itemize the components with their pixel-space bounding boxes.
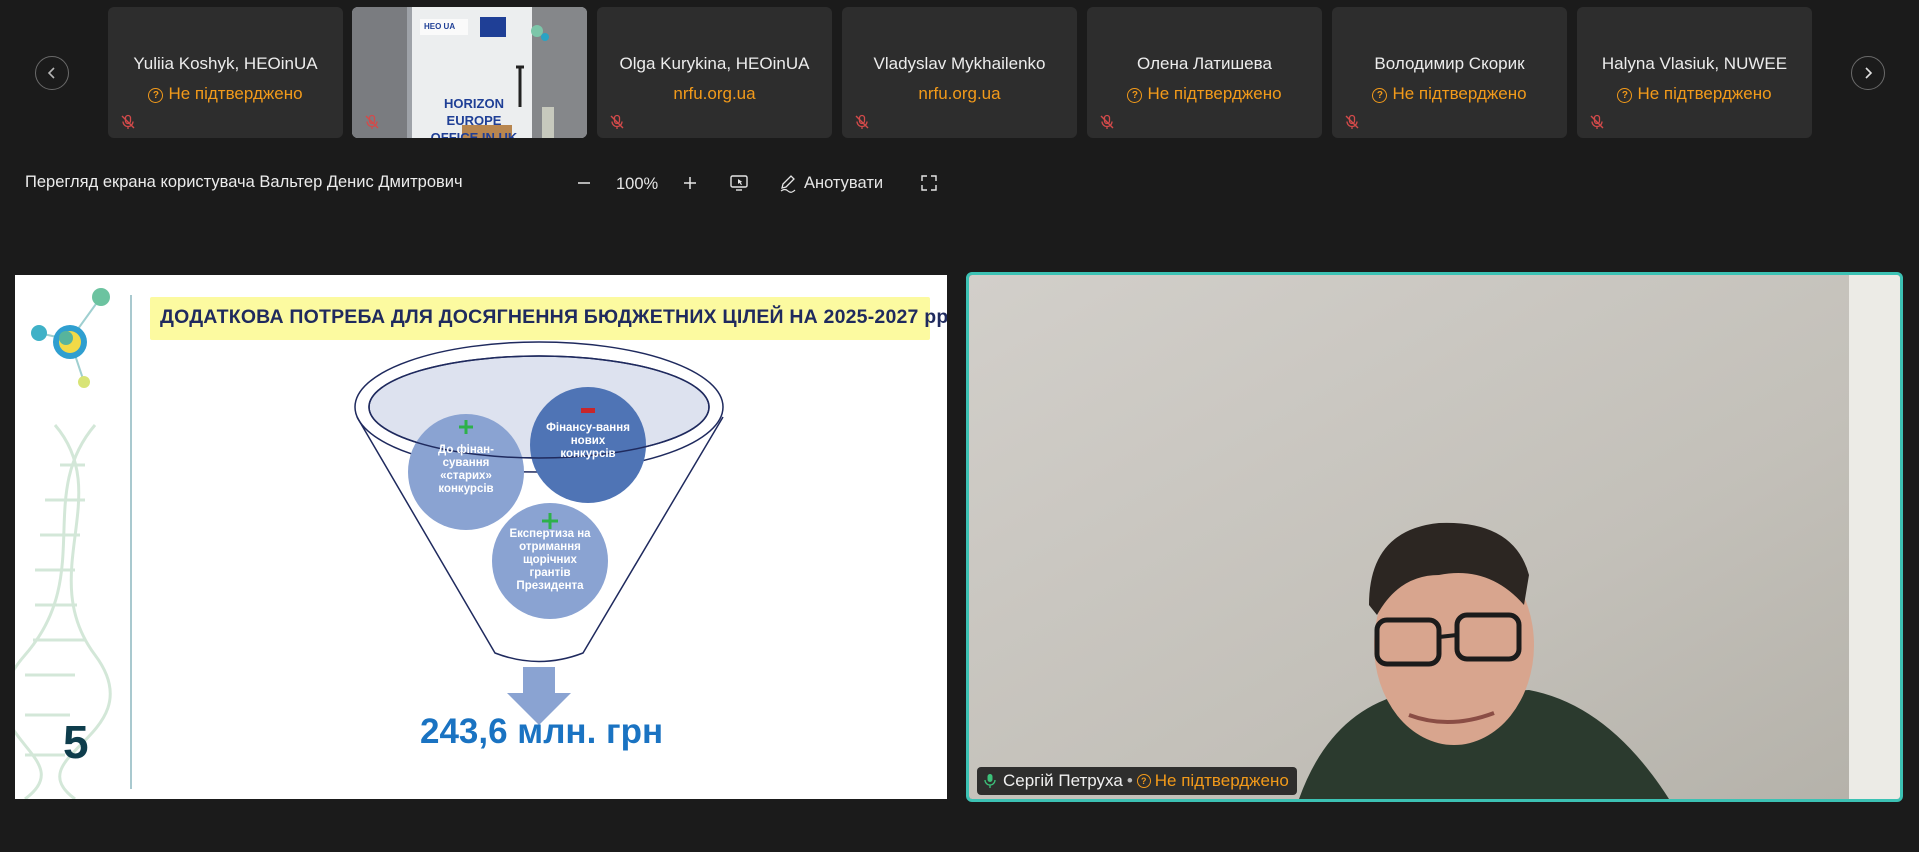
participant-tile[interactable]: Halyna Vlasiuk, NUWEE ? Не підтверджено — [1577, 7, 1812, 138]
zoom-out-button[interactable] — [575, 174, 593, 192]
remote-control-button[interactable] — [729, 173, 749, 193]
speaker-video[interactable]: Сергій Петруха • ? Не підтверджено — [966, 272, 1903, 802]
mic-muted-icon — [365, 114, 379, 129]
participant-org: nrfu.org.ua — [673, 84, 756, 103]
annotate-button[interactable]: Анотувати — [778, 173, 883, 193]
participant-video-tile[interactable]: HEO UA HORIZON EUROPE OFFICE IN UK — [352, 7, 587, 138]
mic-muted-icon — [1100, 114, 1114, 129]
plus-icon — [684, 177, 696, 189]
speaker-name-tag: Сергій Петруха • ? Не підтверджено — [977, 767, 1297, 795]
video-banner-text: HORIZON EUROPE OFFICE IN UK — [430, 96, 518, 138]
participant-tile[interactable]: Yuliia Koshyk, HEOinUA ? Не підтверджено — [108, 7, 343, 138]
participant-status: ? Не підтверджено — [1087, 84, 1322, 104]
total-amount: 243,6 млн. грн — [420, 712, 664, 751]
speaker-video-feed — [969, 275, 1900, 799]
mic-muted-icon — [121, 114, 135, 129]
question-icon: ? — [1136, 774, 1151, 788]
previous-participants-button[interactable] — [35, 56, 69, 90]
screen-share-title: Перегляд екрана користувача Вальтер Дени… — [25, 173, 463, 191]
mic-muted-icon — [1345, 114, 1359, 129]
screen-control-icon — [730, 175, 748, 191]
question-icon: ? — [1127, 88, 1143, 103]
shared-slide: ДОДАТКОВА ПОТРЕБА ДЛЯ ДОСЯГНЕННЯ БЮДЖЕТН… — [15, 275, 947, 799]
speaker-name: Сергій Петруха — [1003, 771, 1123, 790]
next-participants-button[interactable] — [1851, 56, 1885, 90]
slide-divider — [130, 295, 132, 789]
chevron-right-icon — [1865, 67, 1873, 79]
participant-tile[interactable]: Олена Латишева ? Не підтверджено — [1087, 7, 1322, 138]
participant-status: ? Не підтверджено — [108, 84, 343, 104]
question-icon: ? — [1617, 88, 1633, 103]
participant-name: Володимир Скорик — [1374, 54, 1525, 73]
separator-dot: • — [1126, 771, 1133, 790]
minus-icon — [578, 182, 590, 184]
mic-muted-icon — [855, 114, 869, 129]
mic-muted-icon — [610, 114, 624, 129]
speaker-status: Не підтверджено — [1154, 771, 1289, 790]
participant-tile[interactable]: Vladyslav Mykhailenko nrfu.org.ua — [842, 7, 1077, 138]
fullscreen-icon — [921, 175, 937, 191]
mic-muted-icon — [1590, 114, 1604, 129]
zoom-level: 100% — [616, 175, 659, 193]
question-icon: ? — [148, 88, 164, 103]
participant-name: Vladyslav Mykhailenko — [873, 54, 1046, 73]
annotate-label: Анотувати — [804, 173, 884, 192]
mic-active-icon — [984, 774, 996, 788]
participant-tile[interactable]: Olga Kurykina, HEOinUA nrfu.org.ua — [597, 7, 832, 138]
participant-status: ? Не підтверджено — [1332, 84, 1567, 104]
participant-tile[interactable]: Володимир Скорик ? Не підтверджено — [1332, 7, 1567, 138]
participant-name: Olga Kurykina, HEOinUA — [619, 54, 810, 73]
video-logo-text: HEO UA — [424, 22, 456, 31]
participant-status: ? Не підтверджено — [1577, 84, 1812, 104]
funnel-item-label: Експертиза на отримання щорічних грантів… — [509, 528, 591, 592]
fullscreen-button[interactable] — [920, 174, 938, 192]
chevron-left-icon — [47, 67, 55, 79]
pen-icon — [780, 175, 796, 193]
funnel-item-label: Фінансу-вання нових конкурсів — [546, 422, 630, 460]
participant-name: Yuliia Koshyk, HEOinUA — [133, 54, 318, 73]
participant-org: nrfu.org.ua — [918, 84, 1001, 103]
participant-name: Halyna Vlasiuk, NUWEE — [1601, 54, 1788, 73]
zoom-in-button[interactable] — [681, 174, 699, 192]
slide-title: ДОДАТКОВА ПОТРЕБА ДЛЯ ДОСЯГНЕННЯ БЮДЖЕТН… — [160, 306, 947, 328]
question-icon: ? — [1372, 88, 1388, 103]
funnel-item-label: До фінан-сування «старих» конкурсів — [438, 444, 494, 495]
slide-page-number: 5 — [63, 716, 89, 768]
participant-name: Олена Латишева — [1137, 54, 1272, 73]
